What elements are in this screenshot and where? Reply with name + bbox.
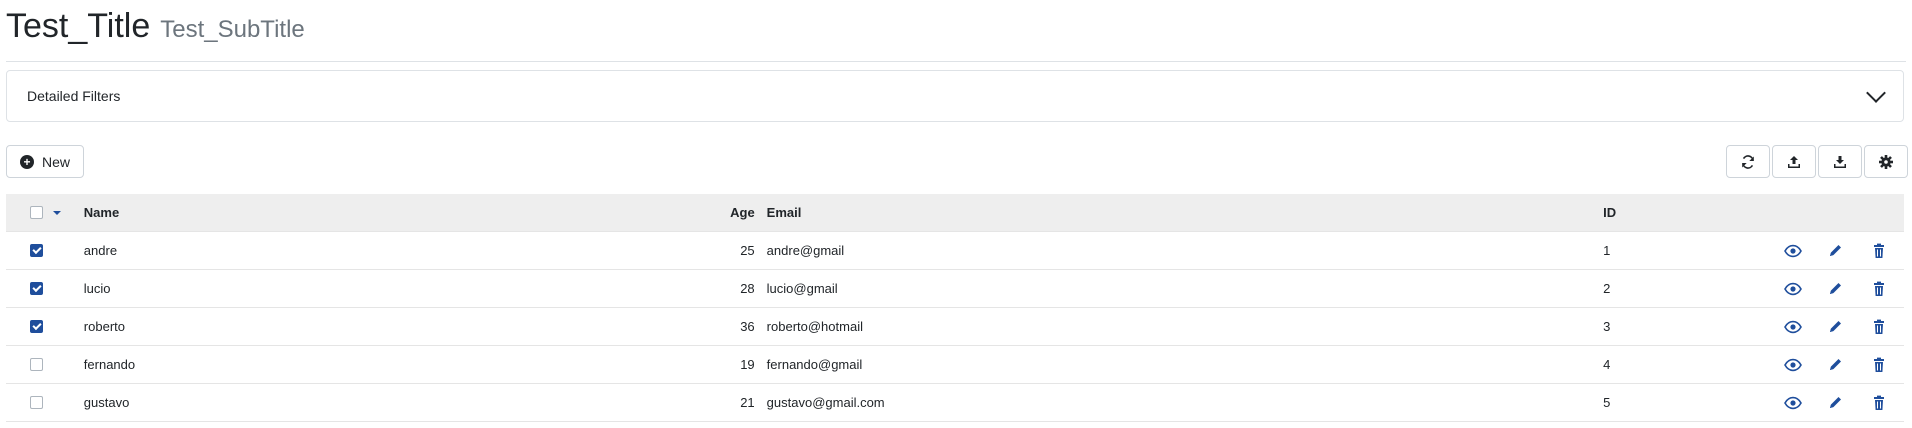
new-button-label: New [41, 153, 70, 170]
column-header-actions [1776, 194, 1904, 232]
cell-name: gustavo [77, 383, 690, 422]
column-header-name[interactable]: Name [77, 194, 690, 232]
eye-icon[interactable] [1784, 281, 1803, 297]
new-button[interactable]: + New [6, 145, 84, 178]
row-checkbox[interactable] [30, 282, 43, 295]
page-title: Test_Title [6, 7, 151, 45]
trash-icon[interactable] [1870, 319, 1888, 335]
cell-age: 25 [689, 231, 755, 270]
toolbar-actions [1726, 145, 1908, 178]
upload-icon [1788, 155, 1800, 168]
table-row[interactable]: roberto 36 roberto@hotmail 3 [6, 307, 1904, 346]
cell-id: 3 [1603, 307, 1777, 346]
pencil-icon[interactable] [1827, 281, 1845, 297]
row-checkbox[interactable] [30, 320, 43, 333]
eye-icon[interactable] [1784, 319, 1803, 335]
cell-age: 21 [689, 383, 755, 422]
column-header-id[interactable]: ID [1603, 194, 1777, 232]
page: Test_Title Test_SubTitle Detailed Filter… [0, 0, 1912, 428]
pencil-icon[interactable] [1827, 357, 1845, 373]
trash-icon[interactable] [1870, 357, 1888, 373]
cell-name: roberto [77, 307, 690, 346]
settings-button[interactable] [1864, 145, 1908, 178]
header-divider [6, 61, 1906, 62]
page-header: Test_Title Test_SubTitle [6, 4, 305, 52]
cell-email: andre@gmail [754, 231, 1604, 270]
cell-id: 5 [1603, 383, 1777, 422]
select-all-checkbox[interactable] [30, 206, 43, 219]
cell-age: 36 [689, 307, 755, 346]
gear-icon [1879, 154, 1893, 169]
eye-icon[interactable] [1784, 357, 1803, 373]
cell-name: andre [77, 231, 690, 270]
download-icon [1834, 155, 1846, 168]
table-header-row: Name Age Email ID [6, 194, 1904, 232]
pencil-icon[interactable] [1827, 319, 1845, 335]
pencil-icon[interactable] [1827, 243, 1845, 259]
data-table: Name Age Email ID andre 25 andre@gmail 1 [6, 194, 1904, 422]
plus-circle-icon: + [19, 154, 34, 169]
table-row[interactable]: gustavo 21 gustavo@gmail.com 5 [6, 383, 1904, 422]
trash-icon[interactable] [1870, 281, 1888, 297]
pencil-icon[interactable] [1827, 395, 1845, 411]
download-button[interactable] [1818, 145, 1862, 178]
cell-id: 2 [1603, 269, 1777, 308]
cell-email: fernando@gmail [754, 345, 1604, 384]
upload-button[interactable] [1772, 145, 1816, 178]
cell-id: 4 [1603, 345, 1777, 384]
cell-id: 1 [1603, 231, 1777, 270]
table-row[interactable]: andre 25 andre@gmail 1 [6, 231, 1904, 270]
page-subtitle: Test_SubTitle [160, 16, 305, 43]
chevron-down-icon[interactable] [1866, 83, 1886, 103]
trash-icon[interactable] [1870, 395, 1888, 411]
cell-email: lucio@gmail [754, 269, 1604, 308]
eye-icon[interactable] [1784, 243, 1803, 259]
eye-icon[interactable] [1784, 395, 1803, 411]
cell-age: 19 [689, 345, 755, 384]
filters-label: Detailed Filters [27, 88, 121, 104]
cell-age: 28 [689, 269, 755, 308]
cell-email: roberto@hotmail [754, 307, 1604, 346]
row-checkbox[interactable] [30, 396, 43, 409]
cell-name: lucio [77, 269, 690, 308]
cell-email: gustavo@gmail.com [754, 383, 1604, 422]
trash-icon[interactable] [1870, 243, 1888, 259]
table-row[interactable]: lucio 28 lucio@gmail 2 [6, 269, 1904, 308]
refresh-button[interactable] [1726, 145, 1770, 178]
detailed-filters-panel[interactable]: Detailed Filters [6, 70, 1904, 122]
row-checkbox[interactable] [30, 244, 43, 257]
select-menu-caret-icon[interactable] [53, 210, 61, 215]
cell-name: fernando [77, 345, 690, 384]
row-checkbox[interactable] [30, 358, 43, 371]
column-header-email[interactable]: Email [754, 194, 1604, 232]
refresh-icon [1742, 154, 1754, 169]
column-header-age[interactable]: Age [689, 194, 755, 232]
table-row[interactable]: fernando 19 fernando@gmail 4 [6, 345, 1904, 384]
